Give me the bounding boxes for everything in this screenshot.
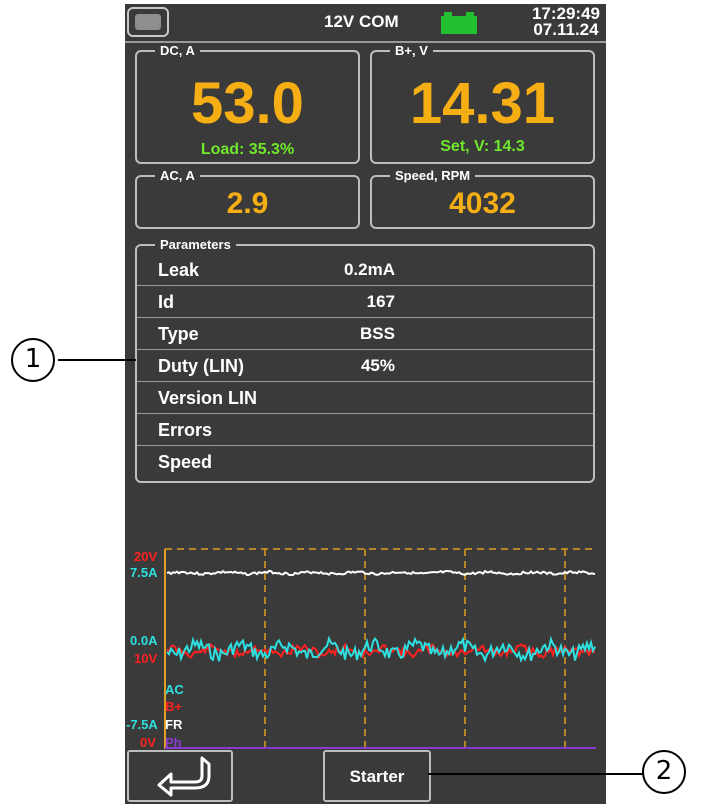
menu-icon <box>135 14 161 30</box>
bplus-setpoint: Set, V: 14.3 <box>440 138 525 155</box>
battery-icon <box>441 12 477 34</box>
callout-1-marker: 1 <box>11 338 55 382</box>
axis-label-a-top: 7.5A <box>130 565 158 580</box>
axis-label-v-bot: 0V <box>140 735 156 750</box>
axis-label-v-top: 20V <box>134 549 158 564</box>
date-label: 07.11.24 <box>533 20 599 39</box>
param-row: Id 167 <box>137 286 593 318</box>
ac-current-panel: AC, A 2.9 <box>135 168 360 229</box>
dc-label: DC, A <box>155 43 200 59</box>
legend-ac: AC <box>165 682 184 697</box>
axis-label-v-mid: 10V <box>134 651 158 666</box>
param-value: 0.2mA <box>343 260 395 279</box>
dc-value: 53.0 <box>191 71 304 136</box>
trace-fr <box>166 569 596 577</box>
clock: 17:29:49 07.11.24 <box>532 5 600 39</box>
axis-label-a-bot: -7.5A <box>126 717 158 732</box>
bplus-value: 14.31 <box>409 71 556 136</box>
dc-load: Load: 35.3% <box>200 141 295 158</box>
device-screen: 12V COM 17:29:49 07.11.24 DC, A 53.0 Loa… <box>125 4 606 804</box>
param-name: Type <box>158 324 199 344</box>
back-button[interactable] <box>127 750 233 802</box>
param-row: Version LIN <box>137 382 593 414</box>
legend-bplus: B+ <box>165 699 182 714</box>
bplus-label: B+, V <box>390 43 433 59</box>
ac-value: 2.9 <box>226 187 269 220</box>
ac-label: AC, A <box>155 168 200 184</box>
param-row: Type BSS <box>137 318 593 350</box>
legend-fr: FR <box>165 717 183 732</box>
param-name: Errors <box>158 420 213 440</box>
param-name: Id <box>158 292 174 312</box>
axis-label-a-mid: 0.0A <box>130 633 158 648</box>
param-row: Leak 0.2mA <box>137 254 593 286</box>
param-value: BSS <box>360 324 395 343</box>
param-row: Duty (LIN) 45% <box>137 350 593 382</box>
dc-current-panel: DC, A 53.0 Load: 35.3% <box>135 43 360 164</box>
menu-button[interactable] <box>127 7 169 37</box>
speed-panel: Speed, RPM 4032 <box>370 168 595 229</box>
callout-1-leader <box>58 359 136 361</box>
return-arrow-icon <box>157 756 211 797</box>
callout-2-marker: 2 <box>642 750 686 794</box>
oscilloscope-chart: 20V 7.5A 0.0A 10V -7.5A 0V AC B+ FR Ph <box>125 544 606 754</box>
chart-plot <box>164 548 596 749</box>
mode-label: 12V COM <box>324 12 399 31</box>
starter-label: Starter <box>349 767 405 786</box>
parameters-label: Parameters <box>155 237 236 253</box>
bplus-voltage-panel: B+, V 14.31 Set, V: 14.3 <box>370 43 595 164</box>
param-name: Leak <box>158 260 200 280</box>
param-name: Speed <box>158 452 213 472</box>
speed-label: Speed, RPM <box>390 168 476 184</box>
callout-2-leader <box>428 773 643 775</box>
param-row: Errors <box>137 414 593 446</box>
param-value: 45% <box>360 356 395 375</box>
param-name: Duty (LIN) <box>158 356 244 376</box>
legend-ph: Ph <box>165 735 182 750</box>
status-bar: 12V COM 17:29:49 07.11.24 <box>125 4 606 42</box>
starter-button[interactable]: Starter <box>323 750 431 802</box>
param-row: Speed <box>137 446 593 478</box>
param-value: 167 <box>366 292 395 311</box>
parameters-panel: Parameters Leak 0.2mA Id 167 Type BSS Du… <box>135 237 595 483</box>
speed-value: 4032 <box>449 187 516 220</box>
param-name: Version LIN <box>158 388 258 408</box>
